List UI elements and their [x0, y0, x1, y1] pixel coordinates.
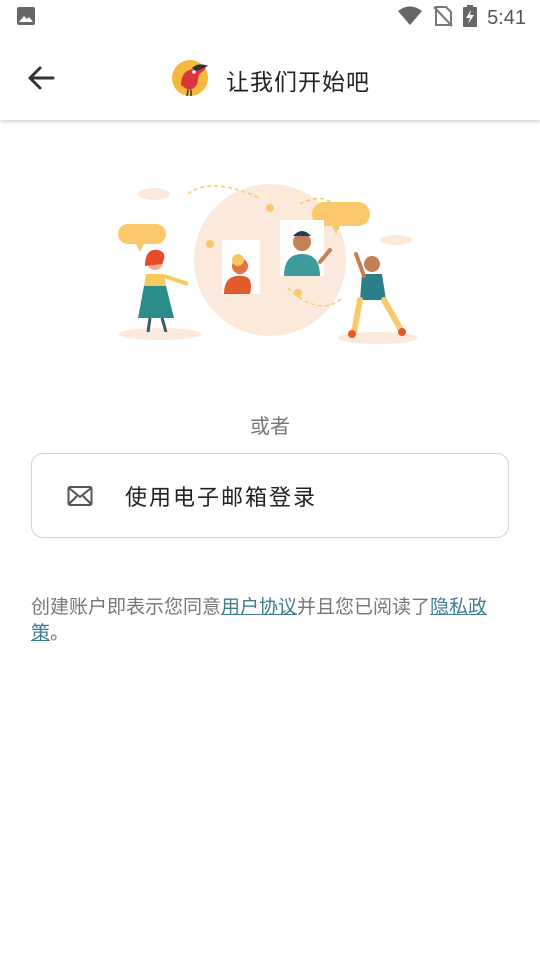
user-agreement-link[interactable]: 用户协议	[221, 596, 297, 618]
page-title: 让我们开始吧	[226, 70, 370, 96]
wifi-icon	[397, 6, 423, 30]
title-wrap: 让我们开始吧	[172, 58, 370, 102]
image-icon	[16, 6, 36, 30]
terms-suffix: 。	[50, 622, 70, 644]
terms-middle: 并且您已阅读了	[297, 596, 431, 618]
app-bar: 让我们开始吧	[0, 36, 540, 120]
status-bar: 5:41	[0, 0, 540, 36]
toucan-logo-icon	[172, 58, 212, 102]
no-sim-icon	[433, 5, 453, 31]
battery-charging-icon	[463, 5, 478, 31]
email-login-button[interactable]: 使用电子邮箱登录	[31, 453, 509, 538]
terms-prefix: 创建账户即表示您同意	[31, 596, 222, 618]
or-divider-label: 或者	[250, 414, 290, 438]
arrow-back-icon	[28, 66, 55, 90]
people-waving-illustration	[110, 168, 430, 358]
back-button[interactable]	[24, 62, 58, 94]
email-login-label: 使用电子邮箱登录	[125, 486, 318, 511]
status-right: 5:41	[397, 5, 526, 31]
terms-text: 创建账户即表示您同意用户协议并且您已阅读了隐私政策。	[31, 594, 513, 646]
status-time: 5:41	[487, 6, 526, 29]
status-left	[16, 6, 36, 30]
mail-icon	[67, 485, 93, 507]
